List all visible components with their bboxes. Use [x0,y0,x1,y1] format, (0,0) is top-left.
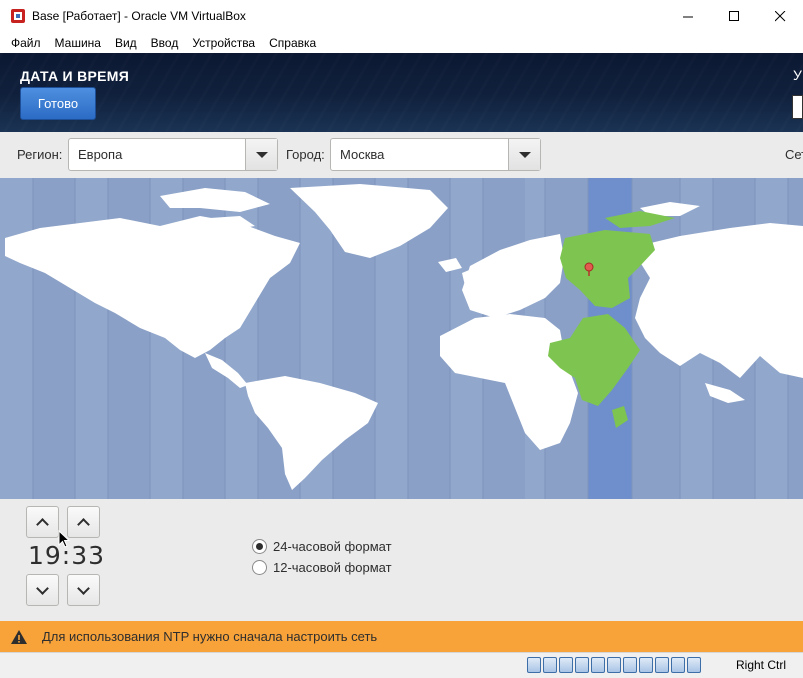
region-combo[interactable]: Европа [68,138,278,171]
region-value: Европа [78,147,123,162]
page-title: ДАТА И ВРЕМЯ [20,68,130,84]
chevron-down-icon [77,581,90,595]
network-icon[interactable] [575,657,589,673]
keyboard-icon[interactable] [687,657,701,673]
menu-devices[interactable]: Устройства [185,36,262,50]
optical-drive-icon[interactable] [543,657,557,673]
mouse-integration-icon[interactable] [671,657,685,673]
audio-icon[interactable] [559,657,573,673]
city-dropdown-button[interactable] [508,139,540,170]
status-icons [527,657,701,673]
menu-machine[interactable]: Машина [48,36,108,50]
radio-selected-dot [256,543,263,550]
done-button[interactable]: Готово [20,87,96,120]
maximize-button[interactable] [711,0,757,32]
format-12h-radio[interactable] [252,560,267,575]
chevron-down-icon [518,151,531,158]
hour-decrement-button[interactable] [26,574,59,606]
warning-bar: Для использования NTP нужно сначала наст… [0,621,803,652]
host-key-label: Right Ctrl [736,658,787,672]
region-bar: Регион: Европа Город: Москва Сет [0,132,803,178]
format-12h-label: 12-часовой формат [273,560,392,575]
menu-input[interactable]: Ввод [144,36,186,50]
minimize-icon [682,16,693,17]
mouse-cursor-icon [58,530,70,548]
format-24h-option[interactable]: 24-часовой формат [252,539,392,554]
menu-help[interactable]: Справка [262,36,323,50]
close-button[interactable] [757,0,803,32]
time-settings-panel: 19:33 24-часовой формат 12-часовой форма… [0,499,803,621]
city-combo[interactable]: Москва [330,138,541,171]
city-label: Город: [286,147,325,162]
menu-view[interactable]: Вид [108,36,144,50]
window-titlebar[interactable]: Base [Работает] - Oracle VM VirtualBox [0,0,803,32]
chevron-up-icon [36,517,49,531]
chevron-down-icon [36,581,49,595]
city-value: Москва [340,147,385,162]
menu-file[interactable]: Файл [4,36,48,50]
window-title: Base [Работает] - Oracle VM VirtualBox [32,9,246,23]
display-icon[interactable] [623,657,637,673]
hard-disk-icon[interactable] [527,657,541,673]
world-map[interactable] [0,178,803,499]
format-24h-label: 24-часовой формат [273,539,392,554]
maximize-icon [728,10,739,21]
minimize-button[interactable] [665,0,711,32]
usb-icon[interactable] [591,657,605,673]
keyboard-layout-icon[interactable] [792,95,803,119]
header-cut-text: У [793,67,802,83]
video-capture-icon[interactable] [639,657,653,673]
warning-icon [11,629,27,644]
region-dropdown-button[interactable] [245,139,277,170]
chevron-up-icon [77,517,90,531]
installer-header: ДАТА И ВРЕМЯ Готово У [0,53,803,132]
format-24h-radio[interactable] [252,539,267,554]
format-12h-option[interactable]: 12-часовой формат [252,560,392,575]
network-time-label: Сет [785,147,803,162]
timezone-map[interactable] [0,178,803,499]
chevron-down-icon [255,151,268,158]
menu-bar: Файл Машина Вид Ввод Устройства Справка [0,32,803,53]
virtualbox-icon [11,9,25,23]
header-background-pattern [0,53,803,132]
hour-increment-button[interactable] [26,506,59,538]
minute-decrement-button[interactable] [67,574,100,606]
region-label: Регион: [17,147,63,162]
warning-text: Для использования NTP нужно сначала наст… [42,629,378,644]
minute-increment-button[interactable] [67,506,100,538]
vm-status-bar: Right Ctrl [0,652,803,678]
virtualization-icon[interactable] [655,657,669,673]
shared-folders-icon[interactable] [607,657,621,673]
close-icon [774,10,785,21]
